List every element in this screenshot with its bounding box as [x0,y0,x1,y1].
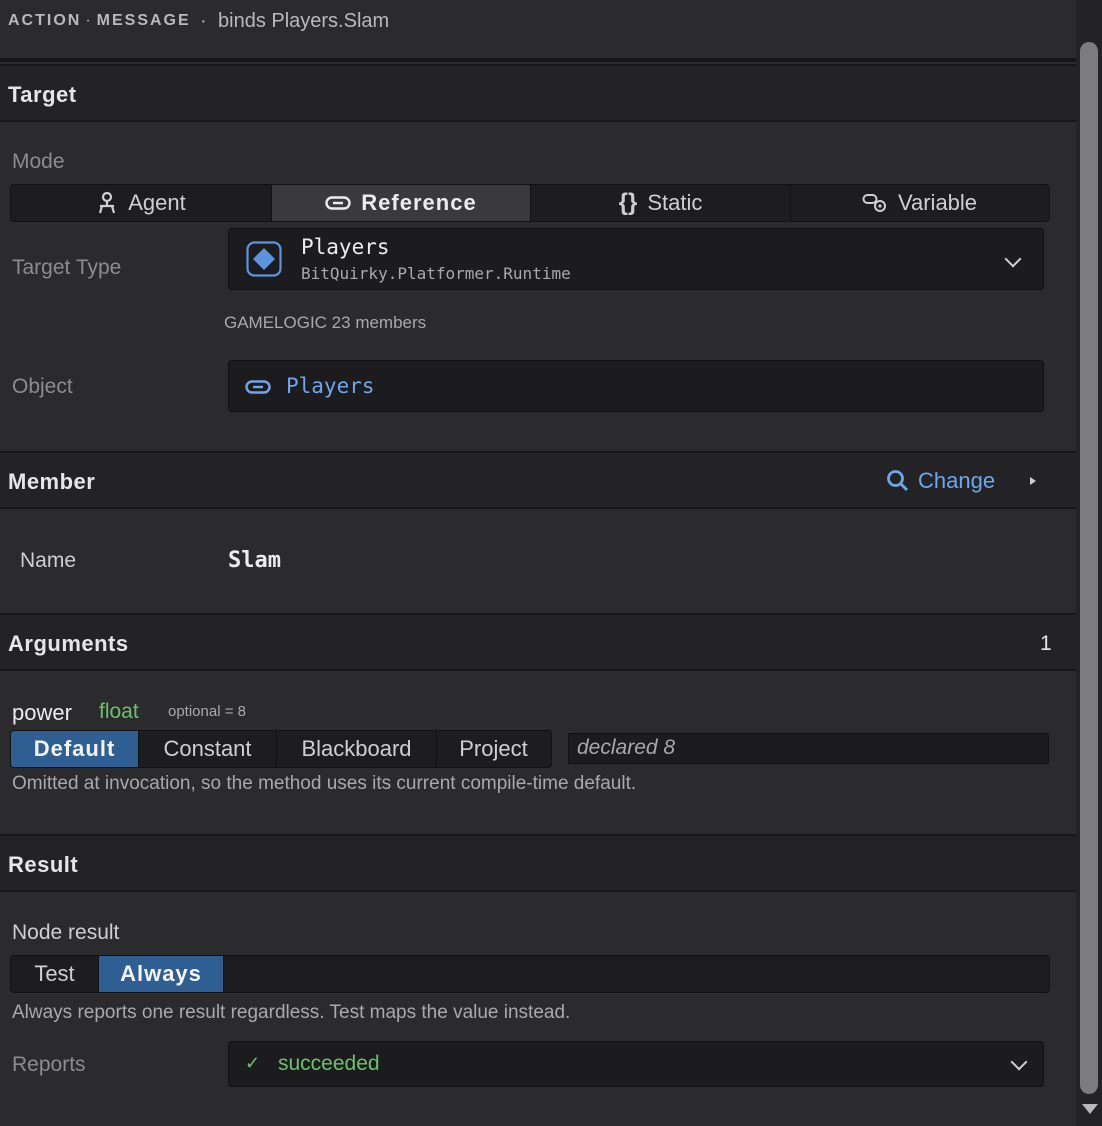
source-project-button[interactable]: Project [437,731,550,767]
target-title: Target [8,82,77,107]
link-icon [245,380,271,394]
param-type: float [99,700,139,723]
param-name: power [12,700,72,725]
caret-right-icon[interactable] [1030,477,1036,485]
breadcrumb: ACTION · MESSAGE [8,12,191,29]
result-always-button[interactable]: Always [99,956,224,992]
check-icon: ✓ [245,1053,261,1073]
chevron-down-icon [1010,1053,1028,1071]
argument-value-placeholder: declared 8 [577,736,676,759]
crumb-message: MESSAGE [96,12,191,29]
result-title: Result [8,852,79,877]
braces-icon: {} [618,189,638,216]
chevron-down-icon [1004,250,1022,268]
header-divider [0,58,1076,62]
mode-label: Mode [12,150,65,173]
result-help-text: Always reports one result regardless. Te… [12,1002,571,1023]
arguments-section-header: Arguments 1 [0,613,1076,671]
mode-agent-button[interactable]: Agent [11,185,272,221]
target-type-namespace: BitQuirky.Platformer.Runtime [301,264,571,283]
target-type-name: Players [301,235,390,259]
change-label: Change [918,468,996,493]
member-section-header: Member Change [0,451,1076,509]
reports-dropdown[interactable]: ✓ succeeded [228,1041,1044,1087]
argument-help-text: Omitted at invocation, so the method use… [12,773,637,794]
param-default: optional = 8 [168,703,246,720]
mode-variable-button[interactable]: Variable [791,185,1048,221]
node-result-selector: Test Always [10,955,1050,993]
header-bar: ACTION · MESSAGE · binds Players.Slam [0,0,1076,62]
scroll-down-arrow-icon[interactable] [1082,1104,1098,1114]
target-section-header: Target [0,64,1076,122]
mode-variable-label: Variable [897,190,978,215]
target-type-label: Target Type [12,256,122,279]
variable-icon [862,194,886,212]
member-title: Member [8,469,96,494]
argument-value-field[interactable]: declared 8 [568,733,1049,764]
argument-source-selector: Default Constant Blackboard Project [10,730,552,768]
link-icon [325,196,351,210]
source-blackboard-button[interactable]: Blackboard [277,731,437,767]
binds-label: binds Players.Slam [218,10,390,32]
crumb-action: ACTION [8,12,82,29]
class-type-icon [246,241,282,277]
source-constant-button[interactable]: Constant [139,731,277,767]
source-default-button[interactable]: Default [11,731,139,767]
arguments-title: Arguments [8,631,129,656]
reports-label: Reports [12,1053,86,1076]
result-section-header: Result [0,834,1076,892]
object-field[interactable]: Players [228,360,1044,412]
mode-selector: Agent Reference {} Static Variable [10,184,1050,222]
search-icon [887,470,909,492]
object-label: Object [12,375,73,398]
result-test-button[interactable]: Test [11,956,99,992]
mode-agent-label: Agent [128,190,186,215]
member-name-label: Name [20,549,77,572]
object-value[interactable]: Players [286,374,375,398]
mode-static-label: Static [647,190,703,215]
reports-value: succeeded [278,1052,380,1075]
type-info: GAMELOGIC 23 members [224,313,427,332]
target-type-dropdown[interactable]: Players BitQuirky.Platformer.Runtime [228,228,1044,290]
arguments-count: 1 [1040,632,1052,655]
member-name-value: Slam [228,548,281,573]
scrollbar-thumb[interactable] [1080,42,1098,1094]
mode-reference-label: Reference [361,190,477,215]
crumb-separator: · [200,10,207,32]
change-member-button[interactable]: Change [886,468,995,494]
node-result-selector-fill [224,956,1049,992]
mode-reference-button[interactable]: Reference [272,185,531,221]
node-result-label: Node result [12,921,120,944]
mode-static-button[interactable]: {} Static [531,185,791,221]
agent-icon [99,191,116,214]
